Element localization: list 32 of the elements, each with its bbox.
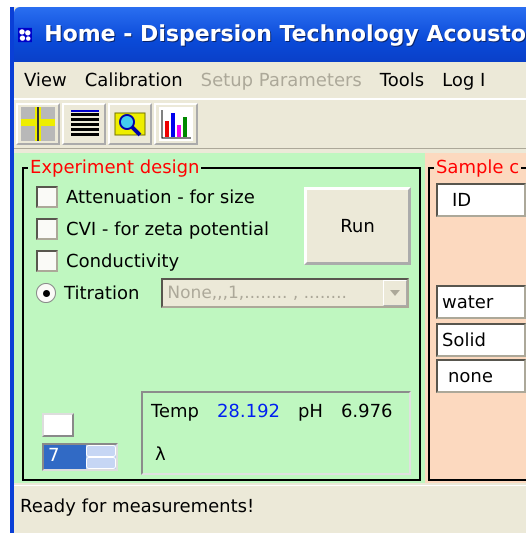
- search-icon[interactable]: [108, 103, 152, 145]
- menu-item[interactable]: Log I: [442, 70, 486, 90]
- ph-label: pH: [298, 401, 323, 422]
- phase-select[interactable]: Solid: [436, 323, 526, 357]
- bar-chart-icon[interactable]: [154, 103, 198, 145]
- table-icon[interactable]: [62, 103, 106, 145]
- menu-item[interactable]: View: [24, 70, 67, 90]
- small-button[interactable]: [42, 413, 74, 437]
- group-title: Sample c: [434, 157, 522, 178]
- checkbox[interactable]: [36, 250, 58, 272]
- group-title: Experiment design: [28, 157, 202, 178]
- cross-icon[interactable]: [16, 103, 60, 145]
- radio-button[interactable]: [36, 283, 56, 303]
- medium-field[interactable]: water: [436, 285, 526, 319]
- checkbox[interactable]: [36, 186, 58, 208]
- additive-field[interactable]: none: [436, 359, 526, 393]
- window-title: Home - Dispersion Technology Acousto: [44, 22, 526, 47]
- id-field[interactable]: ID: [436, 183, 526, 217]
- menu-item[interactable]: Tools: [380, 70, 424, 90]
- checkbox[interactable]: [36, 218, 58, 240]
- option-label: Titration: [64, 282, 140, 304]
- option-label: Conductivity: [66, 250, 180, 272]
- temp-value: 28.192: [216, 401, 280, 422]
- temp-label: Temp: [151, 401, 199, 422]
- option-label: Attenuation - for size: [66, 186, 255, 208]
- run-button[interactable]: Run: [304, 187, 411, 265]
- option-label: CVI - for zeta potential: [66, 218, 270, 240]
- status-text: Ready for measurements!: [20, 496, 254, 516]
- lambda-label: λ: [154, 444, 166, 465]
- spin-field[interactable]: 7: [42, 443, 118, 471]
- ph-value: 6.976: [340, 401, 392, 422]
- menu-item[interactable]: Calibration: [84, 70, 183, 90]
